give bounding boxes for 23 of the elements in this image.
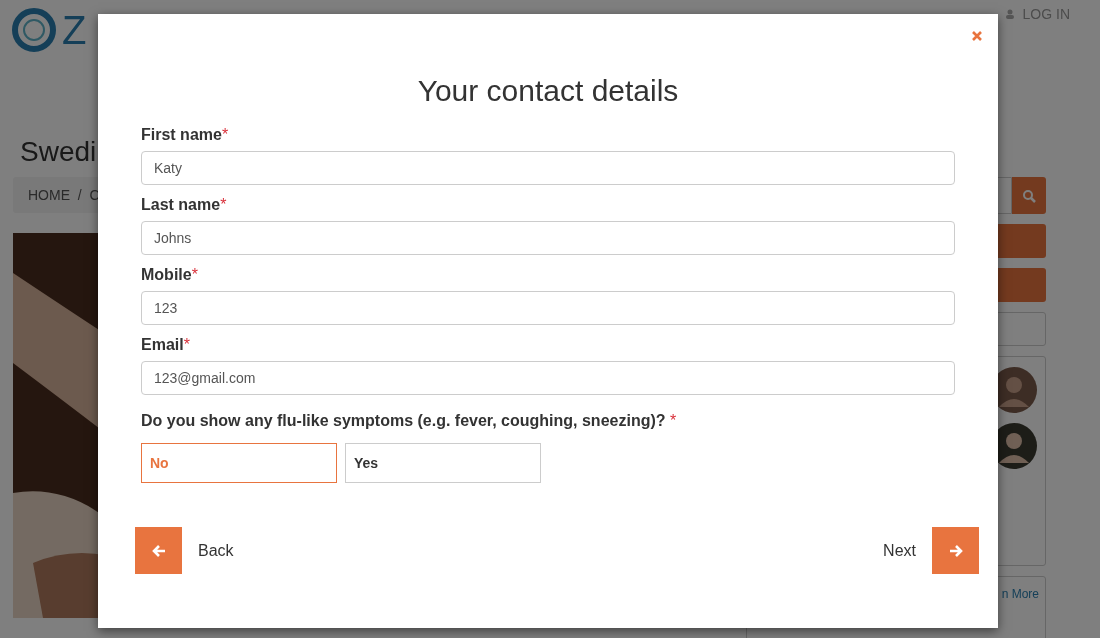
next-label[interactable]: Next — [883, 541, 916, 560]
field-label: Mobile* — [141, 266, 198, 284]
next-button[interactable] — [932, 527, 979, 574]
page-heading: Swedi — [20, 135, 97, 169]
field-label: First name* — [141, 126, 229, 144]
back-button[interactable] — [135, 527, 182, 574]
option-button[interactable]: Yes — [345, 443, 541, 483]
back-label[interactable]: Back — [198, 541, 234, 560]
field-label: Email* — [141, 336, 190, 354]
input-field[interactable]: 123@gmail.com — [141, 361, 955, 395]
field-label: Last name* — [141, 196, 227, 214]
input-field[interactable]: Johns — [141, 221, 955, 255]
question-label: Do you show any flu-like symptoms (e.g. fever, coughing, sneezing)? * — [141, 412, 677, 430]
nav-icon — [1004, 9, 1015, 19]
search-icon — [1022, 188, 1036, 203]
left-arrow-icon — [151, 543, 166, 558]
right-arrow-icon — [948, 543, 963, 558]
logo-text: Z — [62, 7, 87, 53]
search-button[interactable] — [1012, 177, 1046, 214]
dialog-title: Your contact details — [416, 74, 680, 108]
close-icon[interactable] — [972, 31, 982, 41]
input-field[interactable]: 123 — [141, 291, 955, 325]
input-field[interactable]: Katy — [141, 151, 955, 185]
